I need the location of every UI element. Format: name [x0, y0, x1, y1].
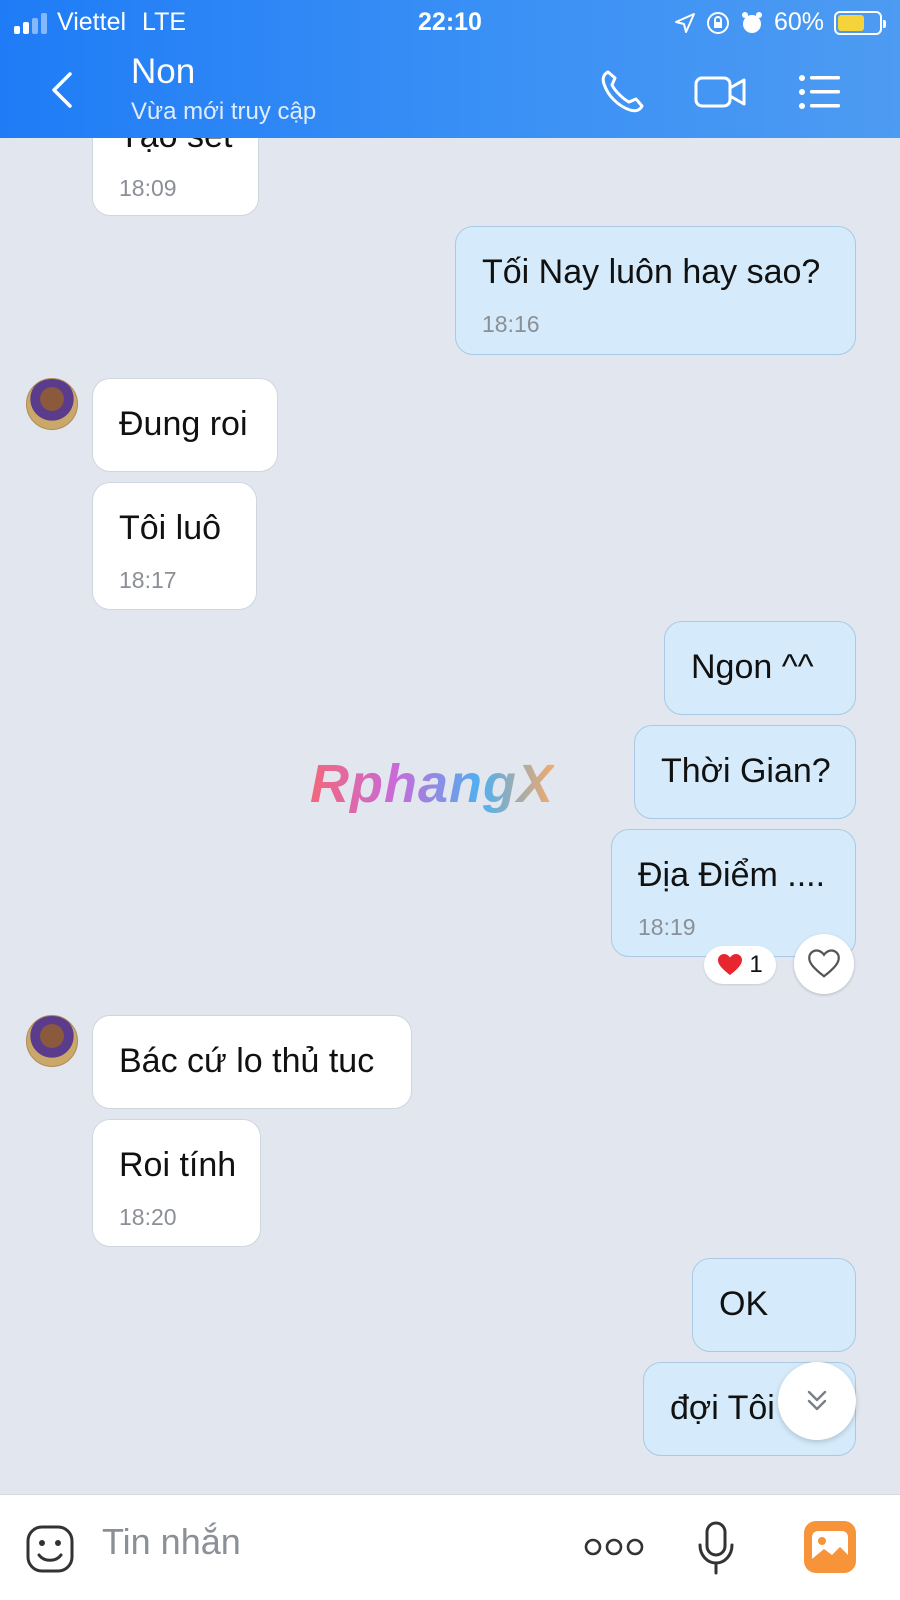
- message-bubble[interactable]: Đung roi: [92, 378, 278, 472]
- sticker-icon[interactable]: [24, 1523, 76, 1575]
- message-text: đợi Tôi: [670, 1389, 775, 1427]
- contact-status: Vừa mới truy cập: [131, 98, 317, 125]
- scroll-to-bottom-button[interactable]: [778, 1362, 856, 1440]
- message-time: 18:20: [119, 1204, 177, 1230]
- heart-icon: [718, 954, 743, 975]
- message-bubble[interactable]: Tôi luô 18:17: [92, 482, 257, 610]
- heart-outline-icon: [808, 949, 840, 978]
- double-chevron-down-icon: [807, 1390, 827, 1411]
- image-gallery-icon[interactable]: [802, 1519, 858, 1575]
- message-text: Tối Nay luôn hay sao?: [482, 253, 821, 291]
- message-bubble[interactable]: Tối Nay luôn hay sao? 18:16: [455, 226, 856, 355]
- message-time: 18:19: [638, 914, 696, 940]
- message-text: Đung roi: [119, 405, 248, 443]
- message-list[interactable]: Tạo set 18:09 Tối Nay luôn hay sao? 18:1…: [0, 138, 900, 1494]
- message-text: Địa Điểm ....: [638, 856, 826, 894]
- message-text: Roi tính: [119, 1146, 237, 1184]
- video-call-icon[interactable]: [692, 66, 748, 118]
- battery-percent: 60%: [773, 8, 824, 36]
- message-text: Thời Gian?: [661, 752, 831, 790]
- message-text: OK: [719, 1285, 769, 1323]
- status-bar: Viettel LTE 22:10 60%: [0, 0, 900, 46]
- message-bubble[interactable]: Ngon ^^: [664, 621, 856, 715]
- watermark-logo: RphangX: [310, 754, 554, 814]
- reaction-count: 1: [749, 951, 763, 978]
- message-bubble[interactable]: Bác cứ lo thủ tuc: [92, 1015, 412, 1109]
- rotation-lock-icon: [706, 11, 729, 34]
- like-button[interactable]: [794, 934, 854, 994]
- battery-icon: [834, 10, 886, 35]
- message-time: 18:17: [119, 567, 177, 593]
- message-composer: Tin nhắn: [0, 1494, 900, 1600]
- message-bubble[interactable]: Tạo set 18:09: [92, 138, 259, 216]
- more-options-icon[interactable]: [584, 1535, 644, 1559]
- back-icon[interactable]: [40, 68, 84, 112]
- message-time: 18:09: [119, 175, 177, 201]
- message-input[interactable]: Tin nhắn: [102, 1521, 241, 1563]
- phone-call-icon[interactable]: [596, 66, 648, 118]
- message-text: Ngon ^^: [691, 648, 814, 686]
- contact-name[interactable]: Non: [131, 52, 195, 92]
- message-text: Tạo set: [119, 138, 232, 156]
- location-icon: [674, 12, 695, 33]
- contact-avatar[interactable]: [26, 1015, 78, 1067]
- chat-header: Viettel LTE 22:10 60% Non Vừa mới truy c…: [0, 0, 900, 138]
- alarm-icon: [741, 11, 762, 33]
- contact-avatar[interactable]: [26, 378, 78, 430]
- message-bubble[interactable]: Roi tính 18:20: [92, 1119, 261, 1247]
- menu-icon[interactable]: [794, 66, 846, 118]
- reaction-badge[interactable]: 1: [704, 946, 776, 984]
- message-text: Tôi luô: [119, 509, 222, 547]
- message-time: 18:16: [482, 311, 540, 337]
- message-bubble[interactable]: Thời Gian?: [634, 725, 856, 819]
- microphone-icon[interactable]: [694, 1519, 738, 1579]
- message-text: Bác cứ lo thủ tuc: [119, 1042, 375, 1080]
- message-bubble[interactable]: OK: [692, 1258, 856, 1352]
